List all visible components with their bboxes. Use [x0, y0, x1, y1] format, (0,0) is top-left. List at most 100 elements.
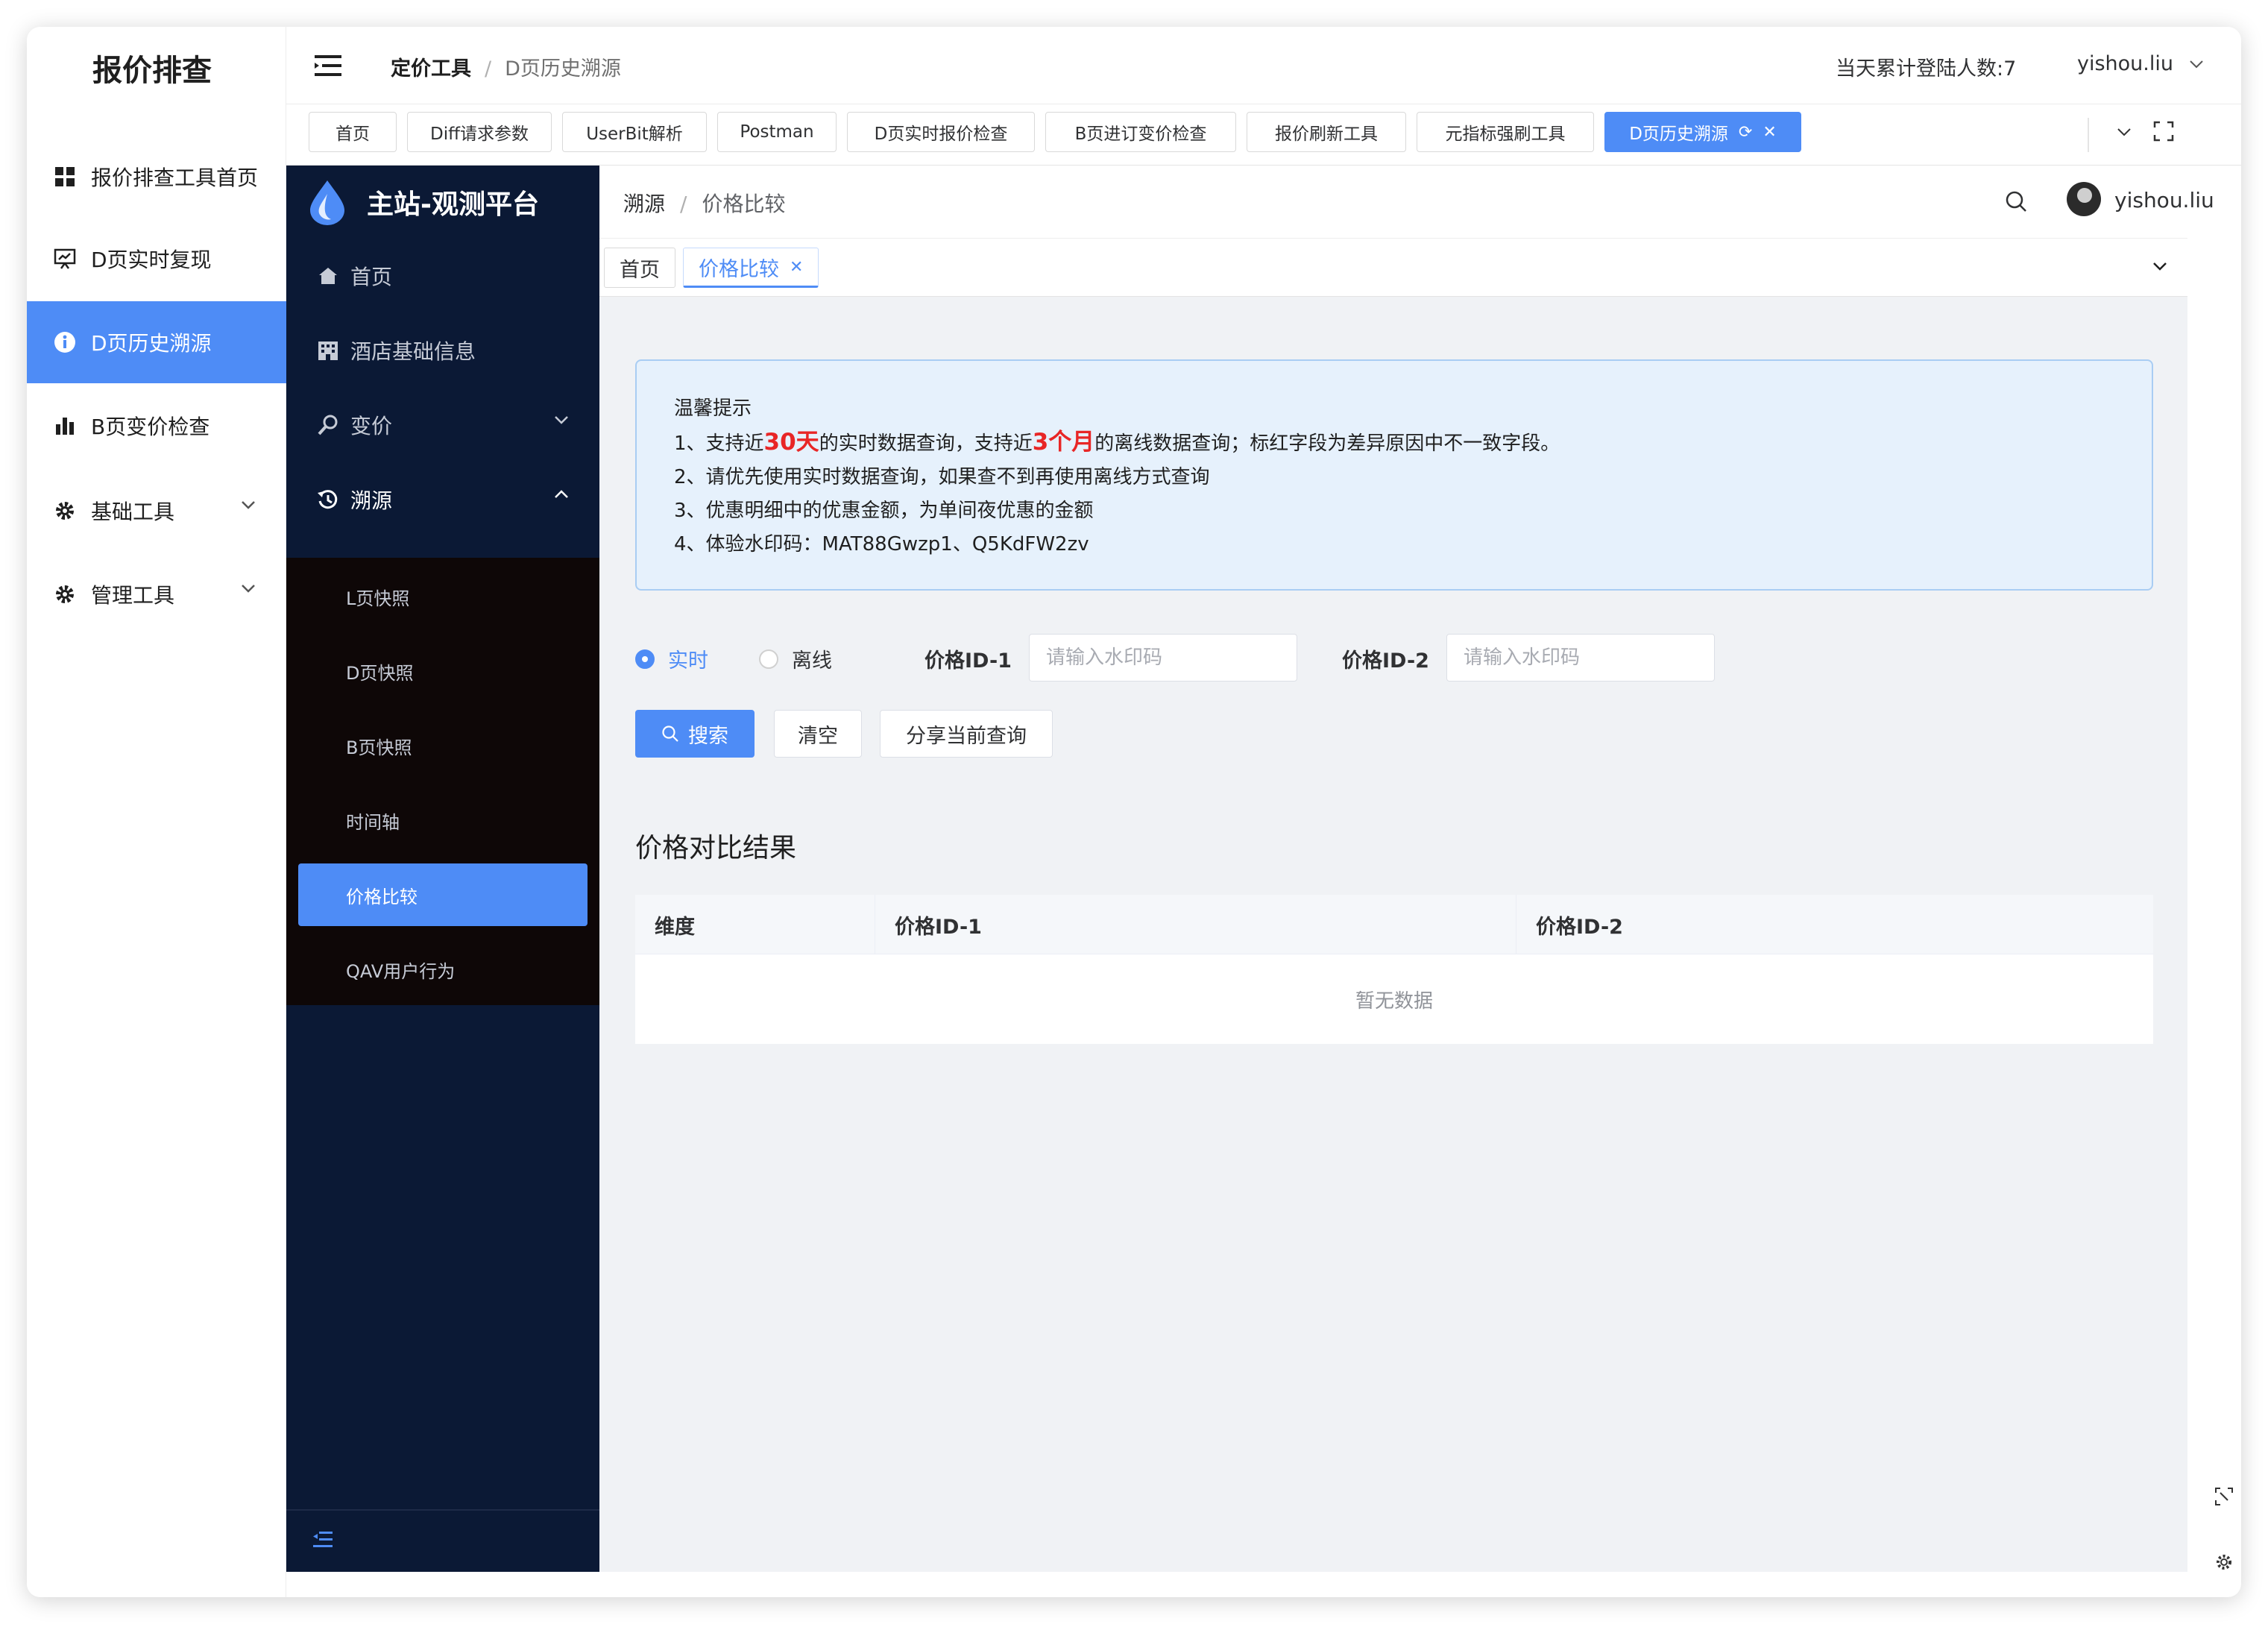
tag-d-history[interactable]: D页历史溯源 ⟳ ✕: [1604, 112, 1801, 152]
refresh-icon[interactable]: ⟳: [1739, 123, 1752, 142]
nav-label: 溯源: [350, 488, 393, 513]
divider: [2088, 118, 2089, 152]
app-window: 报价排查 报价排查工具首页 D页实时复现 D页历史溯源 B页变价检查 基础工具 …: [27, 27, 2241, 1597]
tag-diff[interactable]: Diff请求参数: [407, 112, 552, 152]
username[interactable]: yishou.liu: [2114, 188, 2214, 213]
login-count: 当天累计登陆人数:7: [1836, 57, 2017, 81]
settings-icon[interactable]: [2214, 1552, 2234, 1572]
submenu-item-l-snapshot[interactable]: L页快照: [286, 565, 599, 628]
submenu-item-qav[interactable]: QAV用户行为: [286, 938, 599, 1001]
presentation-icon: [52, 246, 78, 271]
tab-price-compare[interactable]: 价格比较 ✕: [683, 248, 819, 288]
notice-line-2: 2、请优先使用实时数据查询，如果查不到再使用离线方式查询: [674, 466, 1210, 488]
close-icon[interactable]: ✕: [790, 258, 803, 277]
column-header: 维度: [635, 895, 875, 954]
notice-line-3: 3、优惠明细中的优惠金额，为单间夜优惠的金额: [674, 500, 1094, 522]
chevron-down-icon[interactable]: [2152, 261, 2168, 271]
radio-dot[interactable]: [635, 649, 655, 669]
page-tabs: 首页 价格比较 ✕: [599, 239, 2187, 297]
price-id-2-input[interactable]: [1446, 634, 1715, 682]
tab-label: 价格比较: [699, 257, 779, 281]
trace-submenu: L页快照 D页快照 B页快照 时间轴 价格比较 QAV用户行为: [286, 558, 599, 1005]
radio-label: 实时: [668, 649, 708, 673]
empty-state: 暂无数据: [1355, 989, 1433, 1013]
tag-userbit[interactable]: UserBit解析: [562, 112, 707, 152]
nav-item-hotel-info[interactable]: 酒店基础信息: [286, 313, 599, 388]
tag-b-check[interactable]: B页进订变价检查: [1045, 112, 1236, 152]
wrench-icon: [316, 413, 340, 437]
avatar[interactable]: [2067, 182, 2101, 216]
search-button[interactable]: 搜索: [635, 710, 755, 758]
notice-line-1: 1、支持近30天的实时数据查询，支持近3个月的离线数据查询；标红字段为差异原因中…: [674, 429, 1560, 456]
breadcrumb-item: 价格比较: [702, 192, 786, 216]
breadcrumb: 定价工具 / D页历史溯源: [391, 57, 621, 81]
radio-dot[interactable]: [759, 649, 778, 669]
menu-toggle-icon[interactable]: [313, 54, 343, 78]
gear-icon: [52, 582, 78, 607]
chevron-down-icon[interactable]: [2116, 127, 2132, 137]
sidebar-collapse[interactable]: [286, 1509, 599, 1572]
nav-item-trace[interactable]: 溯源: [286, 462, 599, 537]
radio-label: 离线: [792, 649, 832, 673]
top-header: 定价工具 / D页历史溯源 当天累计登陆人数:7 yishou.liu: [286, 27, 2241, 104]
fullscreen-icon[interactable]: [2153, 121, 2174, 142]
main-content: 溯源 / 价格比较 yishou.liu 首页 价格比较 ✕ 温馨提示 1、支持近3…: [599, 166, 2214, 1572]
sidebar-item-d-history[interactable]: D页历史溯源: [27, 301, 286, 383]
radio-offline[interactable]: 离线: [759, 644, 832, 673]
gear-icon: [52, 498, 78, 523]
tag-home[interactable]: 首页: [309, 112, 397, 152]
notice-line-4: 4、体验水印码：MAT88Gwzp1、Q5KdFW2zv: [674, 533, 1089, 556]
tag-d-realtime[interactable]: D页实时报价检查: [847, 112, 1035, 152]
username: yishou.liu: [2077, 52, 2173, 75]
price-id-1-label: 价格ID-1: [924, 649, 1012, 673]
nav-item-home[interactable]: 首页: [286, 239, 599, 313]
notice-title: 温馨提示: [674, 397, 752, 420]
grid-icon: [52, 164, 78, 189]
tab-home[interactable]: 首页: [604, 248, 675, 288]
nav-item-price-change[interactable]: 变价: [286, 388, 599, 462]
search-icon[interactable]: [2004, 189, 2028, 213]
screenshot-icon[interactable]: [2214, 1487, 2234, 1506]
submenu-item-d-snapshot[interactable]: D页快照: [286, 640, 599, 702]
breadcrumb-item[interactable]: 定价工具: [391, 57, 471, 81]
submenu-item-timeline[interactable]: 时间轴: [286, 789, 599, 852]
radio-realtime[interactable]: 实时: [635, 644, 708, 673]
notice-panel: 温馨提示 1、支持近30天的实时数据查询，支持近3个月的离线数据查询；标红字段为…: [635, 359, 2153, 591]
button-label: 搜索: [688, 724, 728, 748]
breadcrumb: 溯源 / 价格比较: [623, 192, 786, 216]
app-title: 报价排查: [92, 54, 212, 88]
clear-button[interactable]: 清空: [774, 710, 862, 758]
sidebar-item-d-realtime[interactable]: D页实时复现: [27, 218, 286, 300]
sidebar-item-label: B页变价检查: [91, 415, 210, 439]
chevron-down-icon: [242, 501, 255, 509]
tags-view: 首页 Diff请求参数 UserBit解析 Postman D页实时报价检查 B…: [286, 104, 2241, 166]
tag-postman[interactable]: Postman: [717, 112, 837, 152]
tag-meta-refresh[interactable]: 元指标强刷工具: [1417, 112, 1594, 152]
sidebar-item-home[interactable]: 报价排查工具首页: [27, 136, 286, 218]
nav-label: 酒店基础信息: [350, 339, 476, 364]
sidebar-item-b-check[interactable]: B页变价检查: [27, 385, 286, 467]
chevron-down-icon: [242, 585, 255, 593]
brand: 主站-观测平台: [286, 166, 599, 239]
info-icon: [52, 330, 78, 355]
tag-refresh[interactable]: 报价刷新工具: [1247, 112, 1406, 152]
close-icon[interactable]: ✕: [1763, 123, 1776, 142]
outer-sidebar: 报价排查 报价排查工具首页 D页实时复现 D页历史溯源 B页变价检查 基础工具 …: [27, 27, 286, 1597]
breadcrumb-item[interactable]: 溯源: [623, 192, 665, 216]
breadcrumb-item: D页历史溯源: [505, 57, 621, 81]
highlight-text: 3个月: [1032, 429, 1095, 456]
highlight-text: 30天: [763, 429, 819, 456]
share-query-button[interactable]: 分享当前查询: [880, 710, 1053, 758]
building-icon: [316, 339, 340, 362]
submenu-item-price-compare[interactable]: 价格比较: [298, 863, 588, 926]
sidebar-item-label: 基础工具: [91, 500, 175, 524]
price-id-1-input[interactable]: [1029, 634, 1297, 682]
search-icon: [662, 726, 678, 742]
sidebar-item-basic-tools[interactable]: 基础工具: [27, 470, 286, 552]
user-menu[interactable]: yishou.liu: [2077, 52, 2205, 75]
sidebar-item-admin-tools[interactable]: 管理工具: [27, 553, 286, 635]
bar-chart-icon: [52, 413, 78, 438]
collapse-menu-icon[interactable]: [312, 1530, 334, 1549]
submenu-item-b-snapshot[interactable]: B页快照: [286, 714, 599, 777]
home-icon: [316, 264, 340, 288]
